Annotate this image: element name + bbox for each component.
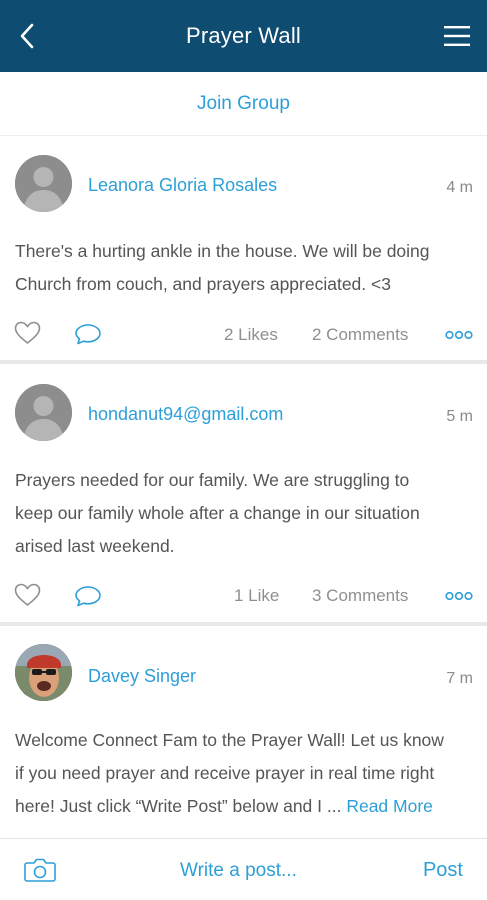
avatar[interactable] [15,644,72,701]
post-text: Welcome Connect Fam to the Prayer Wall! … [15,724,475,823]
author-name[interactable]: Leanora Gloria Rosales [88,175,277,196]
post-text: Prayers needed for our family. We are st… [15,464,475,563]
write-post-input[interactable]: Write a post... [180,860,297,882]
join-group-bar: Join Group [0,72,487,136]
user-photo-avatar [15,644,72,701]
chevron-left-icon [20,23,34,49]
heart-icon[interactable] [14,321,41,345]
prayer-wall-screen: Prayer Wall Join Group Leanora Gloria Ro… [0,0,487,900]
post-text-line: keep our family whole after a change in … [15,503,420,523]
top-app-bar: Prayer Wall [0,0,487,72]
post-card: Davey Singer 7 m Welcome Connect Fam to … [0,626,487,838]
more-options-icon[interactable] [445,590,473,602]
back-button[interactable] [14,22,40,50]
menu-button[interactable] [443,24,471,48]
post-text-line: if you need prayer and receive prayer in… [15,763,435,783]
author-name[interactable]: hondanut94@gmail.com [88,404,283,425]
avatar[interactable] [15,155,72,212]
post-composer: Write a post... Post [0,838,487,900]
post-text-line: Prayers needed for our family. We are st… [15,470,410,490]
post-text-line: Welcome Connect Fam to the Prayer Wall! … [15,730,444,750]
read-more-link[interactable]: Read More [346,796,433,816]
avatar[interactable] [15,384,72,441]
likes-count[interactable]: 1 Like [234,586,279,606]
post-time: 4 m [446,179,473,196]
post-card: Leanora Gloria Rosales 4 m There's a hur… [0,137,487,360]
likes-count[interactable]: 2 Likes [224,325,278,345]
post-card: hondanut94@gmail.com 5 m Prayers needed … [0,364,487,622]
comments-count[interactable]: 2 Comments [312,325,408,345]
post-text-line: here! Just click “Write Post” below and … [15,796,347,816]
post-text-line: There's a hurting ankle in the house. We… [15,241,430,261]
join-group-button[interactable]: Join Group [197,93,290,115]
camera-icon[interactable] [24,857,56,883]
default-avatar-icon [15,384,72,441]
post-text-line-last: here! Just click “Write Post” below and … [15,790,475,823]
post-text: There's a hurting ankle in the house. We… [15,235,475,301]
comments-count[interactable]: 3 Comments [312,586,408,606]
author-name[interactable]: Davey Singer [88,666,196,687]
comment-icon[interactable] [74,585,102,607]
post-time: 7 m [446,670,473,687]
post-button[interactable]: Post [423,859,463,882]
hamburger-menu-icon [444,26,470,46]
post-text-line: Church from couch, and prayers appreciat… [15,274,391,294]
heart-icon[interactable] [14,583,41,607]
more-options-icon[interactable] [445,329,473,341]
page-title: Prayer Wall [185,23,302,48]
comment-icon[interactable] [74,323,102,345]
default-avatar-icon [15,155,72,212]
post-time: 5 m [446,408,473,425]
post-text-line: arised last weekend. [15,536,175,556]
